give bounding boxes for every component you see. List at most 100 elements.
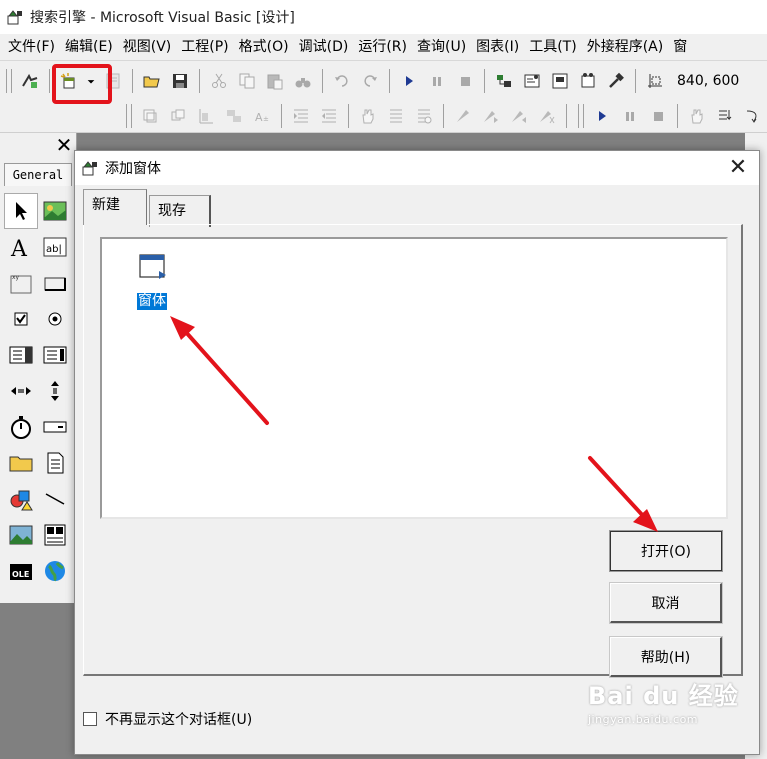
toolbox-grid: A ab| xy OLE: [4, 193, 72, 589]
menu-query[interactable]: 查询(U): [412, 34, 471, 60]
properties-window-button[interactable]: [520, 69, 544, 93]
data-tool[interactable]: [38, 517, 72, 553]
outdent-button[interactable]: [317, 104, 341, 128]
project-explorer-button[interactable]: [492, 69, 516, 93]
form-type-list[interactable]: 窗体: [100, 237, 728, 519]
indent-button[interactable]: [289, 104, 313, 128]
cut-button[interactable]: [207, 69, 231, 93]
menu-view[interactable]: 视图(V): [118, 34, 177, 60]
pointer-tool[interactable]: [4, 193, 38, 229]
textbox-tool[interactable]: ab|: [38, 229, 72, 265]
svg-text:ab|: ab|: [46, 244, 62, 255]
pause-icon: [626, 112, 635, 121]
dont-show-again-checkbox[interactable]: 不再显示这个对话框(U): [83, 709, 252, 729]
bookmark-next-button[interactable]: [479, 104, 503, 128]
undo-button[interactable]: [330, 69, 354, 93]
image-tool[interactable]: [4, 517, 38, 553]
menu-diagram[interactable]: 图表(I): [471, 34, 524, 60]
toolbar-separator: [443, 104, 445, 128]
form-icon: [139, 254, 166, 279]
add-form-button[interactable]: [57, 69, 81, 93]
help-button[interactable]: 帮助(H): [609, 636, 723, 678]
bookmark-prev-button[interactable]: [507, 104, 531, 128]
optionbutton-tool[interactable]: [38, 301, 72, 337]
start-button[interactable]: [397, 69, 421, 93]
label-tool[interactable]: A: [4, 229, 38, 265]
bookmark-toggle-button[interactable]: [451, 104, 475, 128]
save-project-button[interactable]: [168, 69, 192, 93]
menu-tools[interactable]: 工具(T): [524, 34, 581, 60]
make-same-size-button[interactable]: A ±: [250, 104, 274, 128]
tab-existing[interactable]: 现存: [149, 195, 211, 227]
toggle-breakpoint-button[interactable]: [356, 104, 380, 128]
data-control-icon: [44, 524, 66, 546]
menu-addins[interactable]: 外接程序(A): [582, 34, 669, 60]
filelistbox-tool[interactable]: [38, 445, 72, 481]
step-over-button[interactable]: [741, 104, 765, 128]
dirlistbox-tool[interactable]: [4, 445, 38, 481]
send-to-back-button[interactable]: [166, 104, 190, 128]
list-item-form[interactable]: 窗体: [130, 249, 174, 310]
dialog-close-icon[interactable]: ✕: [725, 155, 751, 181]
bookmark-clear-button[interactable]: [535, 104, 559, 128]
menu-editor-button[interactable]: [101, 69, 125, 93]
object-browser-button[interactable]: [576, 69, 600, 93]
uncomment-block-button[interactable]: [412, 104, 436, 128]
dialog-titlebar: 添加窗体: [75, 151, 759, 185]
hscrollbar-tool[interactable]: [4, 373, 38, 409]
ole-tool[interactable]: OLE: [4, 553, 38, 589]
checkbox-box[interactable]: [83, 712, 97, 726]
paste-button[interactable]: [263, 69, 287, 93]
toolbox-button[interactable]: [604, 69, 628, 93]
menu-window[interactable]: 窗: [668, 34, 692, 60]
commandbutton-tool[interactable]: [38, 265, 72, 301]
find-button[interactable]: [291, 69, 315, 93]
bring-to-front-button[interactable]: [138, 104, 162, 128]
picturebox-tool[interactable]: [38, 193, 72, 229]
tab-new[interactable]: 新建: [83, 189, 147, 225]
copy-button[interactable]: [235, 69, 259, 93]
form-icon-wrap: [132, 249, 172, 289]
frame-tool[interactable]: xy: [4, 265, 38, 301]
add-form-dropdown-button[interactable]: [85, 69, 97, 93]
menu-format[interactable]: 格式(O): [234, 34, 294, 60]
menu-edit[interactable]: 编辑(E): [60, 34, 118, 60]
menu-run[interactable]: 运行(R): [353, 34, 412, 60]
toolbox-close-icon[interactable]: ✕: [54, 135, 74, 155]
debug-break-button[interactable]: [618, 104, 642, 128]
svg-text:A: A: [255, 111, 263, 124]
web-tool[interactable]: [38, 553, 72, 589]
step-into-button[interactable]: [713, 104, 737, 128]
toolbar-grip[interactable]: [126, 104, 133, 128]
timer-tool[interactable]: [4, 409, 38, 445]
cancel-button[interactable]: 取消: [609, 582, 723, 624]
open-button[interactable]: 打开(O): [609, 530, 723, 572]
toolbar-grip[interactable]: [6, 69, 12, 93]
debug-end-button[interactable]: [646, 104, 670, 128]
form-layout-button[interactable]: [548, 69, 572, 93]
align-button[interactable]: [194, 104, 218, 128]
vscrollbar-tool[interactable]: [38, 373, 72, 409]
break-button[interactable]: [425, 69, 449, 93]
menu-file[interactable]: 文件(F): [0, 34, 60, 60]
comment-block-button[interactable]: [384, 104, 408, 128]
combobox-tool[interactable]: [4, 337, 38, 373]
checkbox-tool[interactable]: [4, 301, 38, 337]
debug-start-button[interactable]: [590, 104, 614, 128]
toolbox-tab-general[interactable]: General: [4, 163, 72, 186]
menu-project[interactable]: 工程(P): [176, 34, 233, 60]
comment-block-icon: [390, 109, 403, 123]
listbox-tool[interactable]: [38, 337, 72, 373]
toolbar-grip[interactable]: [578, 104, 585, 128]
shape-tool[interactable]: [4, 481, 38, 517]
debug-breakpoint-button[interactable]: [685, 104, 709, 128]
drivelistbox-tool[interactable]: [38, 409, 72, 445]
redo-button[interactable]: [358, 69, 382, 93]
menu-debug[interactable]: 调试(D): [294, 34, 354, 60]
line-tool[interactable]: [38, 481, 72, 517]
end-button[interactable]: [453, 69, 477, 93]
open-project-button[interactable]: [140, 69, 164, 93]
add-project-button[interactable]: [18, 69, 42, 93]
properties-icon: [524, 74, 540, 88]
center-button[interactable]: [222, 104, 246, 128]
